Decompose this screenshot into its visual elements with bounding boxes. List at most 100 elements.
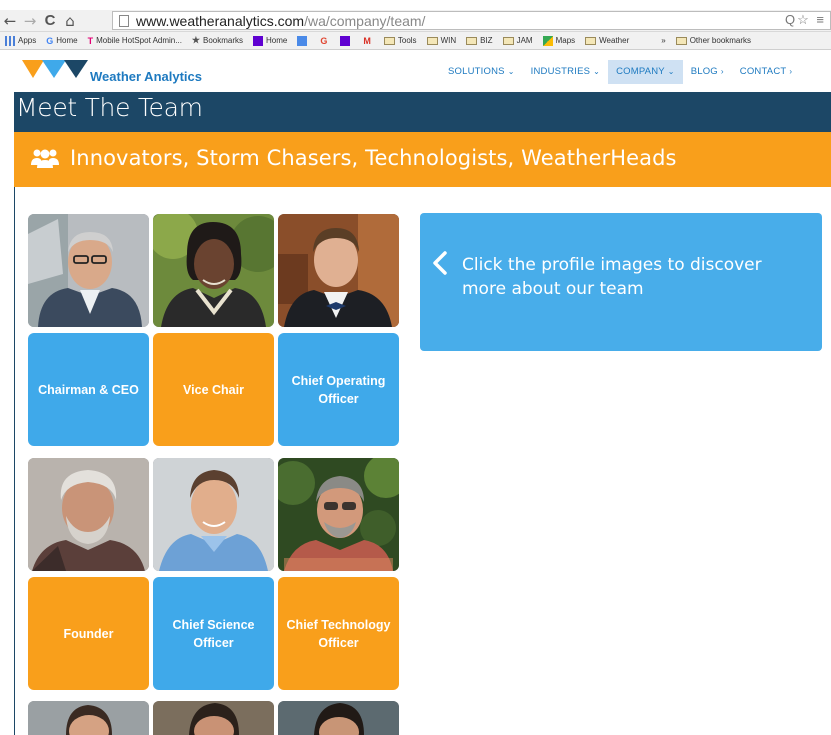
folder-icon — [466, 36, 478, 45]
zoom-star-menu-icons[interactable]: Q☆ ≡ — [785, 12, 826, 28]
bookmark-gmail[interactable]: M — [358, 32, 379, 49]
bookmark-other[interactable]: Other bookmarks — [671, 32, 756, 49]
chevron-down-icon: ⌄ — [593, 67, 601, 76]
portrait-image — [28, 701, 149, 735]
bookmark-label: Home — [266, 36, 288, 45]
home-button[interactable]: ⌂ — [60, 11, 80, 31]
profile-photo-coo[interactable] — [278, 214, 399, 327]
yahoo-icon — [253, 35, 264, 46]
bookmarks-overflow-button[interactable]: » — [656, 32, 670, 49]
brand-name[interactable]: Weather Analytics — [90, 69, 202, 84]
role-card-chairman-ceo[interactable]: Chairman & CEO — [28, 333, 149, 446]
bookmark-google-home[interactable]: G Home — [41, 32, 82, 49]
role-title: Vice Chair — [183, 382, 244, 397]
page-icon — [119, 14, 129, 27]
bookmark-maps[interactable]: Maps — [538, 32, 581, 49]
profile-photo-cto[interactable] — [278, 458, 399, 571]
weather-analytics-logo-icon[interactable] — [22, 58, 90, 82]
bookmark-label: Maps — [555, 36, 576, 45]
chevron-right-icon: › — [789, 67, 793, 76]
bookmark-label: Mobile HotSpot Admin... — [96, 36, 182, 45]
profile-photo-team-member-9[interactable] — [278, 701, 399, 735]
profile-photo-team-member-8[interactable] — [153, 701, 274, 735]
portrait-image — [28, 458, 149, 571]
apps-icon — [5, 35, 15, 46]
bookmark-label: Apps — [18, 36, 37, 45]
menu-label: INDUSTRIES — [530, 66, 591, 77]
menu-label: BLOG — [690, 66, 718, 77]
calendar-icon — [297, 35, 308, 46]
bookmark-label: Home — [56, 36, 78, 45]
site-header: Weather Analytics SOLUTIONS ⌄ INDUSTRIES ⌄… — [0, 52, 831, 92]
folder-icon — [675, 36, 687, 45]
bookmark-win[interactable]: WIN — [422, 32, 462, 49]
bookmark-label: JAM — [516, 36, 533, 45]
role-card-cso[interactable]: Chief Science Officer — [153, 577, 274, 690]
folder-icon — [426, 36, 438, 45]
bookmark-weather[interactable]: Weather — [580, 32, 634, 49]
left-border — [14, 187, 15, 735]
maps-icon — [542, 35, 553, 46]
role-card-vice-chair[interactable]: Vice Chair — [153, 333, 274, 446]
bookmark-label: Bookmarks — [203, 36, 244, 45]
portrait-image — [153, 458, 274, 571]
profile-photo-team-member-7[interactable] — [28, 701, 149, 735]
bookmark-bookmarks[interactable]: ★ Bookmarks — [187, 32, 248, 49]
star-icon: ★ — [191, 35, 200, 45]
bookmark-label: Other bookmarks — [689, 36, 752, 45]
people-icon — [31, 149, 59, 168]
bookmark-label: Tools — [397, 36, 417, 45]
profile-photo-founder[interactable] — [28, 458, 149, 571]
profile-photo-vice-chair[interactable] — [153, 214, 274, 327]
address-bar[interactable]: www.weatheranalytics.com/wa/company/team… — [112, 11, 831, 30]
profile-photo-chairman-ceo[interactable] — [28, 214, 149, 327]
role-card-cto[interactable]: Chief Technology Officer — [278, 577, 399, 690]
google-icon: G — [46, 35, 54, 46]
yahoo-icon — [340, 35, 351, 46]
menu-industries[interactable]: INDUSTRIES ⌄ — [523, 60, 608, 84]
profile-photo-cso[interactable] — [153, 458, 274, 571]
forward-button[interactable]: → — [20, 11, 40, 31]
role-title: Chief Science Officer — [172, 617, 255, 650]
bookmark-label: WIN — [440, 36, 457, 45]
main-menu: SOLUTIONS ⌄ INDUSTRIES ⌄ COMPANY ⌄ BLOG › CO… — [440, 60, 800, 84]
role-title: Chairman & CEO — [38, 382, 139, 397]
portrait-image — [28, 214, 149, 327]
google-g-icon: G — [320, 35, 328, 46]
portrait-image — [153, 701, 274, 735]
portrait-image — [278, 214, 399, 327]
folder-icon — [502, 36, 514, 45]
tmobile-icon: T — [87, 35, 94, 46]
role-card-coo[interactable]: Chief Operating Officer — [278, 333, 399, 446]
subtitle-bar: Innovators, Storm Chasers, Technologists… — [14, 132, 831, 187]
role-title: Chief Technology Officer — [286, 617, 391, 650]
info-callout: Click the profile images to discover mor… — [420, 213, 822, 351]
reload-button[interactable]: C — [40, 11, 60, 31]
bookmark-yahoo[interactable] — [335, 32, 358, 49]
role-title: Founder — [63, 626, 114, 641]
menu-label: CONTACT — [739, 66, 787, 77]
browser-toolbar: ← → C ⌂ www.weatheranalytics.com/wa/comp… — [0, 10, 831, 32]
menu-blog[interactable]: BLOG › — [683, 60, 732, 84]
bookmarks-bar: Apps G Home T Mobile HotSpot Admin... ★ Boo… — [0, 32, 831, 50]
role-card-founder[interactable]: Founder — [28, 577, 149, 690]
url-domain: www.weatheranalytics.com — [136, 12, 305, 29]
bookmark-google[interactable]: G — [315, 32, 335, 49]
bookmark-jam[interactable]: JAM — [498, 32, 538, 49]
bookmark-biz[interactable]: BIZ — [461, 32, 497, 49]
page-title: Meet The Team — [16, 93, 203, 122]
menu-label: SOLUTIONS — [448, 66, 505, 77]
back-button[interactable]: ← — [0, 11, 20, 31]
bookmark-label: BIZ — [480, 36, 493, 45]
chevron-right-icon: › — [720, 67, 724, 76]
bookmark-tools[interactable]: Tools — [379, 32, 422, 49]
menu-contact[interactable]: CONTACT › — [732, 60, 800, 84]
url-path: /wa/company/team/ — [304, 12, 426, 29]
menu-solutions[interactable]: SOLUTIONS ⌄ — [440, 60, 523, 84]
bookmark-apps[interactable]: Apps — [0, 32, 41, 49]
bookmark-hotspot[interactable]: T Mobile HotSpot Admin... — [83, 32, 187, 49]
folder-icon — [383, 36, 395, 45]
bookmark-yahoo-home[interactable]: Home — [248, 32, 292, 49]
menu-company[interactable]: COMPANY ⌄ — [608, 60, 683, 84]
bookmark-calendar[interactable] — [292, 32, 315, 49]
